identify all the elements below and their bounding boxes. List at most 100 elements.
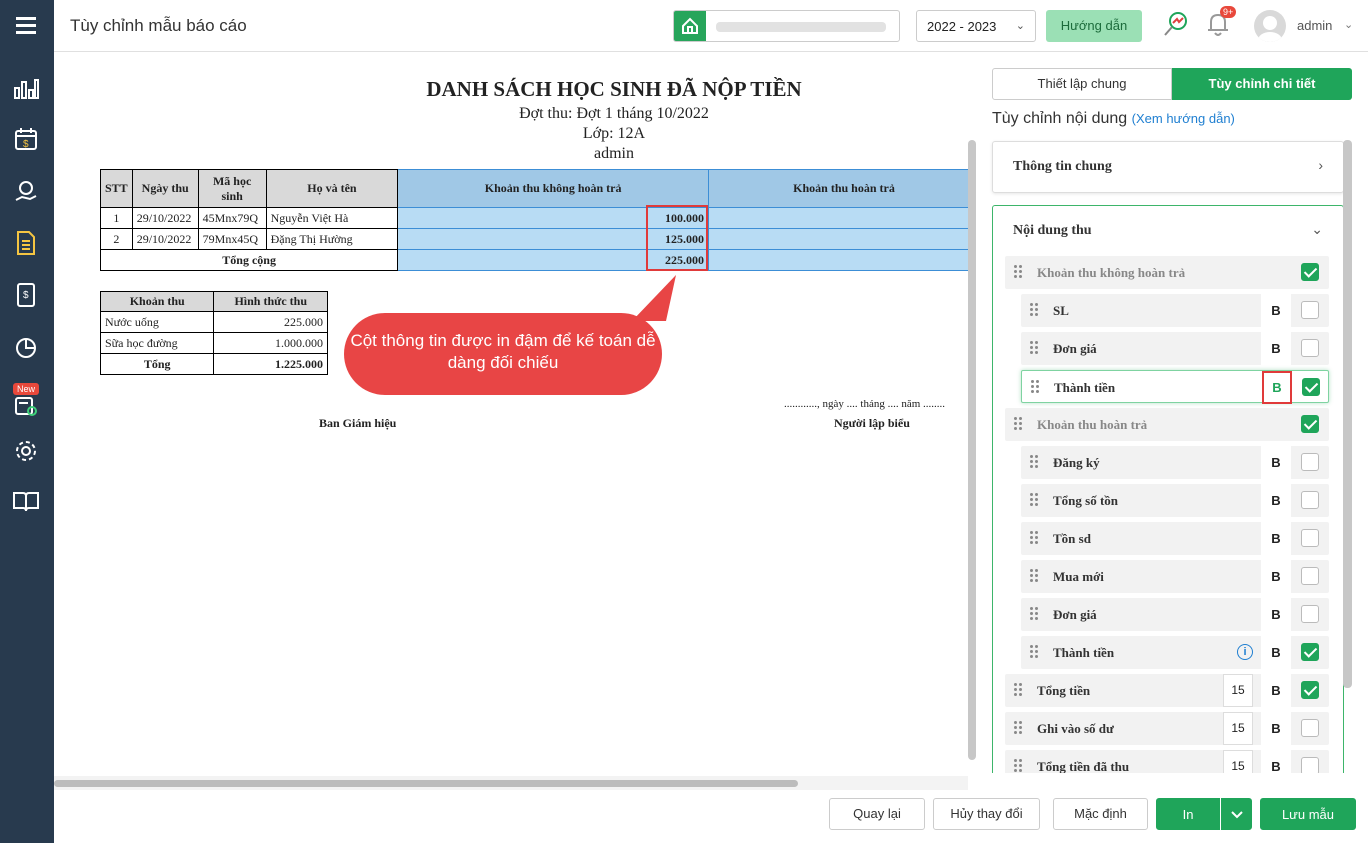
menu-icon[interactable]	[11, 10, 41, 40]
drag-handle-icon[interactable]	[1014, 759, 1022, 773]
field-label: Tổng tiền	[1037, 683, 1091, 698]
trend-icon[interactable]	[1162, 10, 1190, 43]
font-size-input[interactable]: 15	[1223, 674, 1253, 707]
drag-handle-icon[interactable]	[1030, 455, 1038, 469]
field-checkbox[interactable]	[1301, 491, 1319, 509]
chevron-down-icon[interactable]: ⌄	[1344, 18, 1353, 31]
field-checkbox[interactable]	[1301, 301, 1319, 319]
bold-toggle[interactable]: B	[1261, 332, 1291, 365]
field-row[interactable]: Tổng số tồn B	[1021, 484, 1329, 517]
year-select[interactable]: 2022 - 2023 ⌄	[916, 10, 1036, 42]
bold-toggle[interactable]: B	[1261, 294, 1291, 327]
field-row[interactable]: Tổng tiền đã thu B 15	[1005, 750, 1329, 773]
panel-scrollbar[interactable]	[1343, 140, 1352, 688]
drag-handle-icon[interactable]	[1014, 683, 1022, 697]
preview-hscrollbar[interactable]	[54, 780, 798, 787]
bold-toggle[interactable]: B	[1261, 636, 1291, 669]
font-size-input[interactable]: 15	[1223, 712, 1253, 745]
book-icon[interactable]	[11, 486, 41, 516]
pie-chart-icon[interactable]	[11, 332, 41, 362]
drag-handle-icon[interactable]	[1030, 645, 1038, 659]
field-checkbox[interactable]	[1301, 605, 1319, 623]
field-row[interactable]: Ghi vào số dư B 15	[1005, 712, 1329, 745]
drag-handle-icon[interactable]	[1030, 341, 1038, 355]
table-row: 1 29/10/2022 45Mnx79Q Nguyễn Việt Hà 100…	[100, 207, 968, 229]
save-template-button[interactable]: Lưu mẫu	[1260, 798, 1356, 830]
field-checkbox[interactable]	[1301, 567, 1319, 585]
drag-handle-icon[interactable]	[1030, 569, 1038, 583]
field-checkbox[interactable]	[1301, 415, 1319, 433]
drag-handle-icon[interactable]	[1030, 607, 1038, 621]
bold-toggle[interactable]: B	[1262, 371, 1292, 404]
document-icon[interactable]	[11, 228, 41, 258]
ledger-icon[interactable]: $	[11, 280, 41, 310]
callout: Cột thông tin được in đậm để kế toán dễ …	[344, 313, 662, 395]
default-button[interactable]: Mặc định	[1053, 798, 1148, 830]
field-checkbox[interactable]	[1301, 681, 1319, 699]
drag-handle-icon[interactable]	[1030, 531, 1038, 545]
back-button[interactable]: Quay lại	[829, 798, 925, 830]
field-row[interactable]: SL B	[1021, 294, 1329, 327]
field-checkbox[interactable]	[1301, 339, 1319, 357]
font-size-input[interactable]: 15	[1223, 750, 1253, 773]
bold-toggle[interactable]: B	[1261, 446, 1291, 479]
cell: Tổng cộng	[99, 249, 399, 271]
field-checkbox[interactable]	[1301, 263, 1319, 281]
drag-handle-icon[interactable]	[1030, 303, 1038, 317]
school-selector[interactable]	[673, 10, 900, 42]
info-icon[interactable]: i	[1237, 644, 1253, 660]
field-checkbox[interactable]	[1301, 453, 1319, 471]
notification-badge: 9+	[1220, 6, 1237, 18]
field-row[interactable]: Khoản thu không hoàn trả	[1005, 256, 1329, 289]
bold-toggle[interactable]: B	[1261, 674, 1291, 707]
avatar[interactable]	[1254, 10, 1286, 42]
guide-link[interactable]: (Xem hướng dẫn)	[1132, 111, 1235, 126]
field-row[interactable]: Đơn giá B	[1021, 598, 1329, 631]
field-row[interactable]: Mua mới B	[1021, 560, 1329, 593]
field-row[interactable]: Tổng tiền B 15	[1005, 674, 1329, 707]
bold-toggle[interactable]: B	[1261, 484, 1291, 517]
calendar-dollar-icon[interactable]: $	[11, 124, 41, 154]
field-label: Ghi vào số dư	[1037, 721, 1114, 736]
preview-vscrollbar[interactable]	[968, 140, 976, 760]
print-button[interactable]: In	[1156, 798, 1220, 830]
guide-button[interactable]: Hướng dẫn	[1046, 10, 1142, 42]
field-row[interactable]: Đăng ký B	[1021, 446, 1329, 479]
checklist-icon[interactable]	[11, 390, 41, 420]
bold-toggle[interactable]: B	[1261, 522, 1291, 555]
bold-toggle[interactable]: B	[1261, 560, 1291, 593]
field-row[interactable]: Thành tiền Bi	[1021, 636, 1329, 669]
bar-chart-icon[interactable]	[11, 73, 41, 103]
cell: 1	[100, 207, 133, 229]
cancel-changes-button[interactable]: Hủy thay đổi	[933, 798, 1040, 830]
drag-handle-icon[interactable]	[1014, 265, 1022, 279]
tab-detail[interactable]: Tùy chỉnh chi tiết	[1172, 68, 1352, 100]
print-options-button[interactable]	[1221, 798, 1252, 830]
drag-handle-icon[interactable]	[1030, 493, 1038, 507]
tab-general[interactable]: Thiết lập chung	[992, 68, 1172, 100]
bold-toggle[interactable]: B	[1261, 712, 1291, 745]
field-row[interactable]: Thành tiền B	[1021, 370, 1329, 404]
chevron-down-icon[interactable]: ⌄	[1311, 221, 1323, 238]
username[interactable]: admin	[1297, 18, 1332, 33]
field-row[interactable]: Tồn sd B	[1021, 522, 1329, 555]
drag-handle-icon[interactable]	[1014, 721, 1022, 735]
signature-date: ............, ngày .... tháng .... năm .…	[784, 398, 946, 410]
field-row[interactable]: Đơn giá B	[1021, 332, 1329, 365]
field-checkbox[interactable]	[1302, 378, 1320, 396]
bold-toggle[interactable]: B	[1261, 750, 1291, 773]
field-label: Mua mới	[1053, 569, 1104, 584]
field-checkbox[interactable]	[1301, 529, 1319, 547]
field-checkbox[interactable]	[1301, 643, 1319, 661]
money-hand-icon[interactable]	[11, 177, 41, 207]
field-row[interactable]: Khoản thu hoàn trả	[1005, 408, 1329, 441]
drag-handle-icon[interactable]	[1031, 380, 1039, 394]
drag-handle-icon[interactable]	[1014, 417, 1022, 431]
bold-toggle[interactable]: B	[1261, 598, 1291, 631]
accordion-general[interactable]: Thông tin chung ›	[992, 141, 1344, 193]
accordion-label[interactable]: Nội dung thu	[1013, 223, 1092, 239]
settings-icon[interactable]	[11, 436, 41, 466]
field-checkbox[interactable]	[1301, 757, 1319, 773]
field-checkbox[interactable]	[1301, 719, 1319, 737]
field-label: Thành tiền	[1053, 645, 1115, 660]
